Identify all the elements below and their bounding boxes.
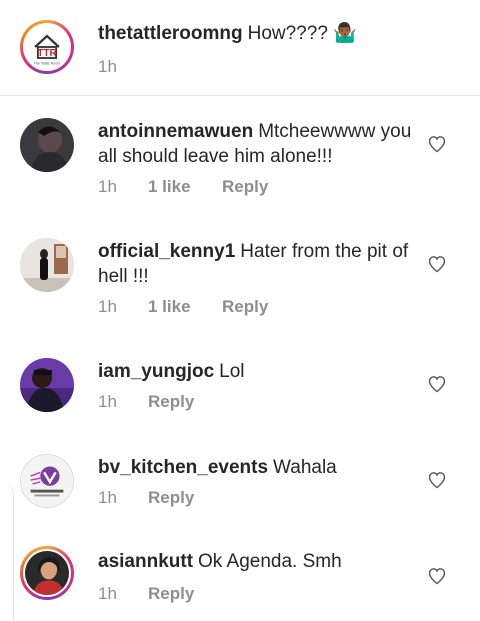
comment-item: official_kenny1 Hater from the pit of hel… bbox=[0, 216, 480, 336]
caption-username[interactable]: thetattleroomng bbox=[98, 23, 243, 44]
comment-avatar[interactable] bbox=[20, 358, 74, 412]
heart-outline-icon[interactable] bbox=[427, 134, 447, 154]
comment-likes[interactable]: 1 like bbox=[148, 177, 222, 197]
comment-username[interactable]: official_kenny1 bbox=[98, 241, 235, 262]
comment-text-block: bv_kitchen_events Wahala bbox=[98, 455, 418, 480]
comment-item: asiannkutt Ok Agenda. Smh 1h Reply bbox=[0, 528, 480, 621]
reply-button[interactable]: Reply bbox=[148, 488, 194, 508]
comment-avatar[interactable] bbox=[20, 118, 74, 172]
svg-text:TTR: TTR bbox=[37, 48, 57, 59]
comment-item: bv_kitchen_events Wahala 1h Reply bbox=[0, 432, 480, 528]
user-photo-icon bbox=[20, 118, 74, 172]
comment-time: 1h bbox=[98, 488, 117, 507]
caption-meta: 1h bbox=[98, 57, 148, 77]
caption-avatar[interactable]: TTR The Tattle Room bbox=[20, 20, 74, 74]
comment-meta: 1h 1 like Reply bbox=[98, 177, 268, 197]
comment-text-block: iam_yungjoc Lol bbox=[98, 359, 418, 384]
comment-meta: 1h 1 like Reply bbox=[98, 297, 268, 317]
comment-text-block: antoinnemawuen Mtcheewwww you all should … bbox=[98, 119, 418, 169]
comment-likes[interactable]: 1 like bbox=[148, 297, 222, 317]
user-photo-icon bbox=[20, 358, 74, 412]
comment-meta: 1h Reply bbox=[98, 488, 194, 508]
caption-text: How???? 🤷🏾‍♂️ bbox=[247, 23, 357, 44]
comment-text: Wahala bbox=[273, 457, 337, 478]
comment-text: Lol bbox=[219, 361, 245, 382]
post-caption: TTR The Tattle Room thetattleroomng How??… bbox=[0, 0, 480, 96]
heart-outline-icon[interactable] bbox=[427, 470, 447, 490]
comment-meta: 1h Reply bbox=[98, 584, 194, 604]
tattleroom-logo-icon: TTR The Tattle Room bbox=[25, 25, 69, 69]
comment-time: 1h bbox=[98, 392, 117, 411]
reply-button[interactable]: Reply bbox=[222, 177, 268, 197]
comment-text-block: asiannkutt Ok Agenda. Smh bbox=[98, 549, 418, 574]
comment-time: 1h bbox=[98, 177, 117, 196]
bv-kitchen-logo-icon bbox=[21, 455, 73, 507]
user-photo-icon bbox=[20, 238, 74, 292]
reply-button[interactable]: Reply bbox=[222, 297, 268, 317]
reply-button[interactable]: Reply bbox=[148, 584, 194, 604]
comment-time: 1h bbox=[98, 584, 117, 603]
comment-avatar[interactable] bbox=[20, 238, 74, 292]
comment-item: iam_yungjoc Lol 1h Reply bbox=[0, 336, 480, 432]
reply-button[interactable]: Reply bbox=[148, 392, 194, 412]
comment-avatar[interactable] bbox=[20, 546, 74, 600]
comment-text: Ok Agenda. Smh bbox=[198, 551, 342, 572]
caption-text-block: thetattleroomng How???? 🤷🏾‍♂️ bbox=[98, 21, 418, 46]
scroll-edge-handle bbox=[0, 482, 14, 621]
comment-username[interactable]: antoinnemawuen bbox=[98, 121, 253, 142]
comment-text-block: official_kenny1 Hater from the pit of hel… bbox=[98, 239, 418, 289]
comment-item: antoinnemawuen Mtcheewwww you all should … bbox=[0, 96, 480, 216]
comment-username[interactable]: asiannkutt bbox=[98, 551, 193, 572]
svg-text:The Tattle Room: The Tattle Room bbox=[34, 61, 61, 65]
comment-time: 1h bbox=[98, 297, 117, 316]
comment-username[interactable]: bv_kitchen_events bbox=[98, 457, 268, 478]
user-photo-icon bbox=[25, 551, 69, 595]
comment-username[interactable]: iam_yungjoc bbox=[98, 361, 214, 382]
heart-outline-icon[interactable] bbox=[427, 374, 447, 394]
heart-outline-icon[interactable] bbox=[427, 254, 447, 274]
heart-outline-icon[interactable] bbox=[427, 566, 447, 586]
caption-time: 1h bbox=[98, 57, 117, 76]
comment-avatar[interactable] bbox=[20, 454, 74, 508]
comment-meta: 1h Reply bbox=[98, 392, 194, 412]
